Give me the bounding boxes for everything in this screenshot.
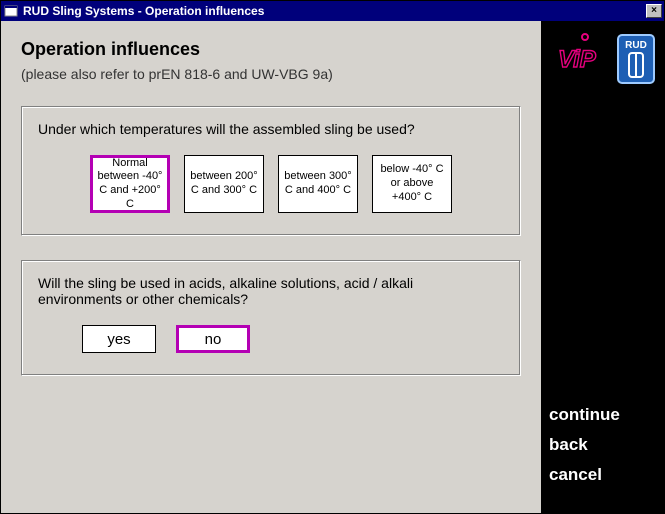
temp-option-normal[interactable]: Normal between -40° C and +200° C bbox=[90, 155, 170, 213]
temp-option-200-300[interactable]: between 200° C and 300° C bbox=[184, 155, 264, 213]
chem-yes-button[interactable]: yes bbox=[82, 325, 156, 353]
cancel-link[interactable]: cancel bbox=[549, 465, 656, 485]
vip-logo-icon: ViP bbox=[556, 33, 610, 82]
app-icon bbox=[3, 3, 19, 19]
continue-link[interactable]: continue bbox=[549, 405, 656, 425]
option-label: between 200° C and 300° C bbox=[189, 170, 259, 198]
page-subtitle: (please also refer to prEN 818-6 and UW-… bbox=[21, 66, 521, 82]
chem-no-button[interactable]: no bbox=[176, 325, 250, 353]
option-label: below -40° C or above +400° C bbox=[377, 163, 447, 204]
option-label: yes bbox=[107, 331, 130, 348]
nav-links: continue back cancel bbox=[549, 405, 656, 495]
svg-text:ViP: ViP bbox=[558, 46, 597, 73]
titlebar: RUD Sling Systems - Operation influences… bbox=[1, 1, 664, 21]
option-label: between 300° C and 400° C bbox=[283, 170, 353, 198]
rud-logo-icon: RUD bbox=[616, 33, 656, 90]
chemical-options: yes no bbox=[38, 325, 504, 353]
temperature-groupbox: Under which temperatures will the assemb… bbox=[21, 106, 521, 236]
window-title: RUD Sling Systems - Operation influences bbox=[23, 4, 646, 18]
sidebar: ViP RUD continue back cancel bbox=[541, 21, 664, 513]
close-icon: × bbox=[651, 6, 657, 16]
logo-area: ViP RUD bbox=[549, 33, 656, 93]
body: Operation influences (please also refer … bbox=[1, 21, 664, 513]
temperature-question: Under which temperatures will the assemb… bbox=[38, 121, 504, 137]
chemical-question: Will the sling be used in acids, alkalin… bbox=[38, 275, 458, 307]
svg-text:RUD: RUD bbox=[625, 40, 647, 51]
close-button[interactable]: × bbox=[646, 4, 662, 18]
temp-option-300-400[interactable]: between 300° C and 400° C bbox=[278, 155, 358, 213]
chemical-groupbox: Will the sling be used in acids, alkalin… bbox=[21, 260, 521, 376]
option-label: no bbox=[205, 331, 222, 348]
main-panel: Operation influences (please also refer … bbox=[1, 21, 541, 513]
option-label: Normal between -40° C and +200° C bbox=[97, 157, 163, 212]
back-link[interactable]: back bbox=[549, 435, 656, 455]
app-window: RUD Sling Systems - Operation influences… bbox=[0, 0, 665, 514]
temperature-options: Normal between -40° C and +200° C betwee… bbox=[38, 155, 504, 213]
page-title: Operation influences bbox=[21, 39, 521, 60]
temp-option-extreme[interactable]: below -40° C or above +400° C bbox=[372, 155, 452, 213]
